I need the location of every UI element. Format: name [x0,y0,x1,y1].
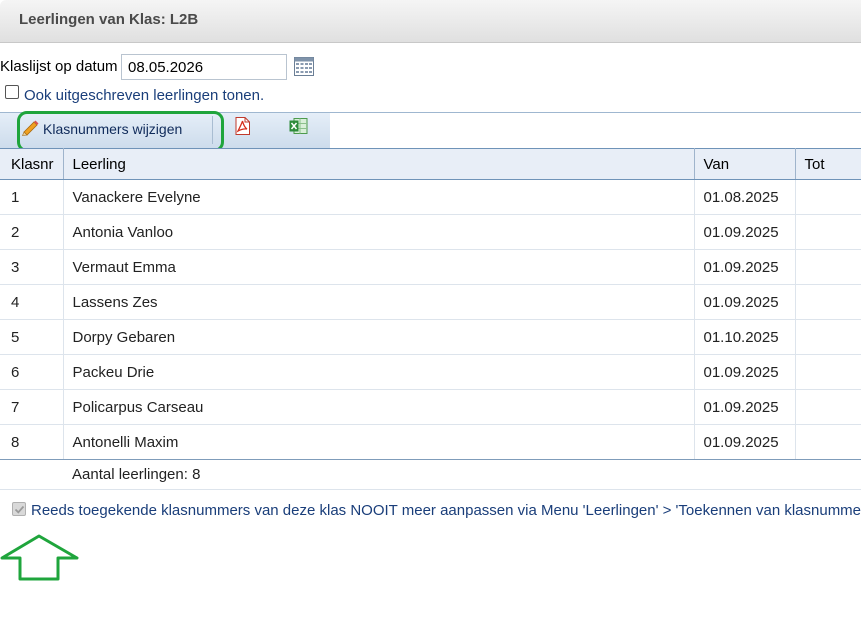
cell-van: 01.09.2025 [694,249,796,285]
cell-leerling: Vermaut Emma [63,249,695,285]
cell-leerling: Policarpus Carseau [63,389,695,425]
date-label: Klaslijst op datum [0,58,118,75]
cell-van: 01.09.2025 [694,354,796,390]
cell-tot [795,284,861,320]
cell-van: 01.09.2025 [694,214,796,250]
cell-tot [795,179,861,215]
checkmark-icon [14,505,25,514]
cell-van: 01.09.2025 [694,284,796,320]
pencil-icon [22,120,39,136]
lock-numbers-label: Reeds toegekende klasnummers van deze kl… [31,502,861,519]
table-row[interactable]: 1 Vanackere Evelyne 01.08.2025 [0,179,861,215]
show-unsubscribed-label[interactable]: Ook uitgeschreven leerlingen tonen. [24,87,264,104]
student-table: Klasnr Leerling Van Tot 1 Vanackere Evel… [0,148,861,460]
lock-numbers-checkbox[interactable] [12,502,26,516]
toolbar: Klasnummers wijzigen [0,112,861,148]
cell-tot [795,214,861,250]
up-arrow-annotation-icon [0,534,79,581]
toolbar-separator [212,116,213,144]
table-row[interactable]: 4 Lassens Zes 01.09.2025 [0,284,861,320]
cell-leerling: Lassens Zes [63,284,695,320]
cell-klasnr: 8 [0,424,64,460]
show-unsubscribed-checkbox[interactable] [5,85,19,99]
cell-leerling: Antonelli Maxim [63,424,695,460]
cell-tot [795,389,861,425]
column-header-tot[interactable]: Tot [795,148,861,180]
window-titlebar: Leerlingen van Klas: L2B [0,0,861,43]
cell-klasnr: 2 [0,214,64,250]
table-row[interactable]: 7 Policarpus Carseau 01.09.2025 [0,389,861,425]
cell-klasnr: 5 [0,319,64,355]
table-header-row: Klasnr Leerling Van Tot [0,148,861,180]
column-header-klasnr[interactable]: Klasnr [0,148,64,180]
cell-leerling: Packeu Drie [63,354,695,390]
cell-leerling: Vanackere Evelyne [63,179,695,215]
cell-van: 01.10.2025 [694,319,796,355]
cell-leerling: Dorpy Gebaren [63,319,695,355]
table-row[interactable]: 3 Vermaut Emma 01.09.2025 [0,249,861,285]
footer-divider [0,489,861,490]
cell-tot [795,354,861,390]
cell-leerling: Antonia Vanloo [63,214,695,250]
table-row[interactable]: 2 Antonia Vanloo 01.09.2025 [0,214,861,250]
cell-klasnr: 1 [0,179,64,215]
cell-van: 01.08.2025 [694,179,796,215]
column-header-leerling[interactable]: Leerling [63,148,695,180]
cell-klasnr: 6 [0,354,64,390]
date-input[interactable] [121,54,287,80]
cell-van: 01.09.2025 [694,389,796,425]
table-row[interactable]: 6 Packeu Drie 01.09.2025 [0,354,861,390]
window-title: Leerlingen van Klas: L2B [19,11,199,28]
cell-tot [795,319,861,355]
cell-klasnr: 4 [0,284,64,320]
excel-icon[interactable] [289,117,308,135]
edit-class-numbers-label: Klasnummers wijzigen [43,121,183,137]
cell-tot [795,249,861,285]
edit-class-numbers-button[interactable]: Klasnummers wijzigen [16,114,212,146]
calendar-icon[interactable] [294,57,314,76]
table-row[interactable]: 5 Dorpy Gebaren 01.10.2025 [0,319,861,355]
pdf-icon[interactable] [234,117,251,135]
cell-klasnr: 3 [0,249,64,285]
student-count: Aantal leerlingen: 8 [72,466,201,483]
table-row[interactable]: 8 Antonelli Maxim 01.09.2025 [0,424,861,460]
cell-tot [795,424,861,460]
cell-van: 01.09.2025 [694,424,796,460]
cell-klasnr: 7 [0,389,64,425]
column-header-van[interactable]: Van [694,148,796,180]
